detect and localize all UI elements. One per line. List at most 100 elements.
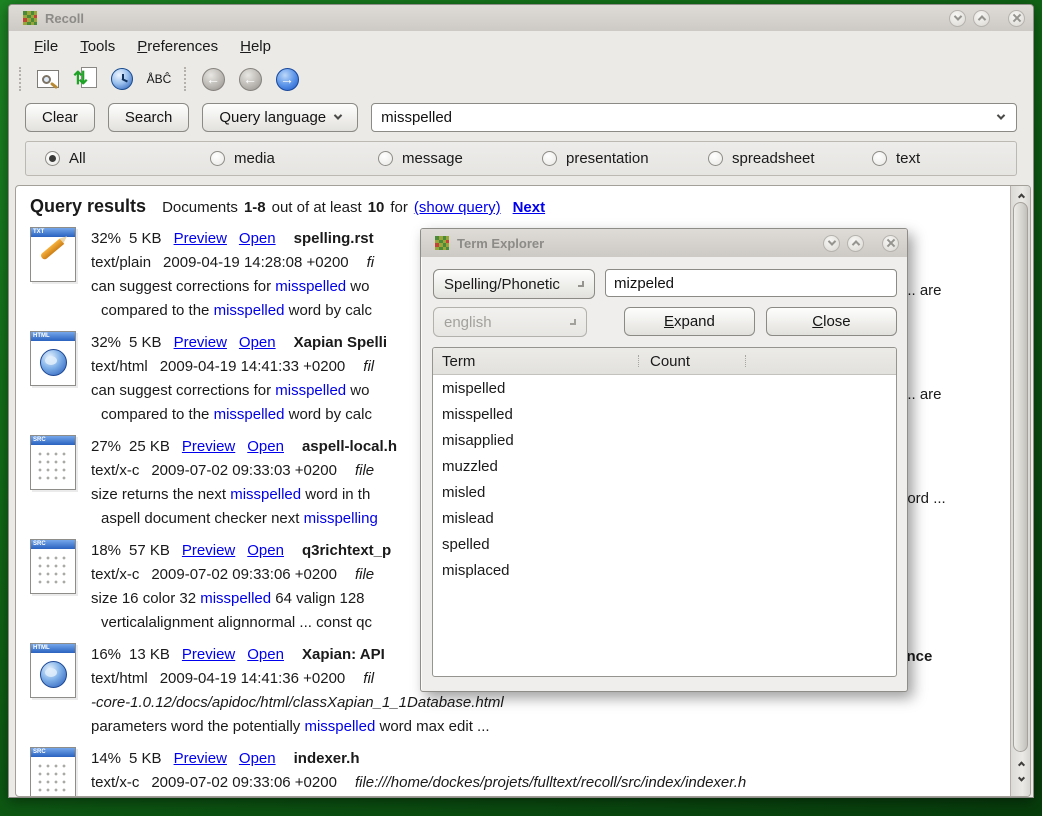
previous-page-button[interactable]: ← [236, 65, 264, 93]
dialog-titlebar[interactable]: Term Explorer [421, 229, 907, 257]
result-title: Xapian Spelli [294, 331, 387, 355]
source-dots-icon [36, 554, 70, 588]
close-button[interactable] [1008, 10, 1025, 27]
term-input[interactable] [605, 269, 897, 297]
term-row[interactable]: misapplied [433, 427, 896, 453]
open-link[interactable]: Open [239, 331, 276, 355]
radio-icon [45, 151, 60, 166]
clock-icon [111, 68, 133, 90]
open-link[interactable]: Open [247, 539, 284, 563]
open-link[interactable]: Open [239, 227, 276, 251]
expand-mode-select[interactable]: Spelling/Phonetic [433, 269, 595, 299]
html-file-icon[interactable]: HTML [30, 331, 76, 386]
advanced-search-button[interactable] [34, 65, 62, 93]
file-path: fi [367, 251, 375, 275]
scroll-up-button[interactable] [1011, 188, 1031, 202]
preview-link[interactable]: Preview [174, 747, 227, 771]
term-row[interactable]: misspelled [433, 401, 896, 427]
query-mode-label: Query language [219, 109, 326, 126]
src-file-icon[interactable]: SRC [30, 539, 76, 594]
search-input[interactable] [381, 109, 998, 126]
term-row[interactable]: misled [433, 479, 896, 505]
filter-media[interactable]: media [210, 150, 378, 167]
snippet-text: wo [346, 278, 369, 295]
terms-table-header[interactable]: Term Count [433, 348, 896, 375]
term-cell: spelled [433, 536, 638, 553]
dialog-maximize-button[interactable] [847, 235, 864, 252]
scroll-down-button[interactable] [1011, 772, 1031, 786]
term-explorer-button[interactable]: ÅBĈ [145, 65, 173, 93]
search-button[interactable]: Search [108, 103, 190, 132]
expand-button[interactable]: Expand [624, 307, 755, 336]
scroll-up-button[interactable] [1011, 756, 1031, 770]
file-icon-wrap: SRC [26, 745, 78, 796]
snippet-text: verticalalignment alignnormal ... const … [101, 614, 372, 631]
open-link[interactable]: Open [247, 435, 284, 459]
dialog-close-button[interactable] [882, 235, 899, 252]
arrow-left-icon: ← [202, 68, 225, 91]
txt-file-icon[interactable]: TXT [30, 227, 76, 282]
filter-spreadsheet[interactable]: spreadsheet [708, 150, 872, 167]
main-titlebar[interactable]: Recoll [9, 5, 1033, 31]
chevron-up-icon [851, 240, 859, 248]
term-row[interactable]: mispelled [433, 375, 896, 401]
file-size: 5 KB [129, 331, 162, 355]
term-row[interactable]: misplaced [433, 557, 896, 583]
term-column-header[interactable]: Term [433, 353, 638, 370]
mime-type: text/x-c [91, 459, 139, 483]
for-label: for [390, 199, 408, 216]
preview-link[interactable]: Preview [182, 643, 235, 667]
chevron-down-icon [578, 281, 584, 287]
term-row[interactable]: mislead [433, 505, 896, 531]
html-file-icon[interactable]: HTML [30, 643, 76, 698]
menu-item-tools[interactable]: Tools [69, 35, 126, 58]
dialog-minimize-button[interactable] [823, 235, 840, 252]
snippet-text: parameters word the potentially [91, 718, 304, 735]
menu-item-preferences[interactable]: Preferences [126, 35, 229, 58]
mime-type: text/x-c [91, 771, 139, 795]
preview-link[interactable]: Preview [174, 331, 227, 355]
next-page-button[interactable]: → [273, 65, 301, 93]
highlighted-term: misspelling [304, 510, 378, 527]
next-page-link[interactable]: Next [513, 199, 546, 216]
filter-text[interactable]: text [872, 150, 1016, 167]
chevron-up-icon [977, 15, 985, 23]
preview-link[interactable]: Preview [182, 435, 235, 459]
file-path: file:///home/dockes/projets/fulltext/rec… [355, 771, 746, 795]
sort-parameters-button[interactable]: ⇅ [71, 65, 99, 93]
result-title: indexer.h [294, 747, 360, 771]
query-mode-select[interactable]: Query language [202, 103, 358, 132]
docs-middle: out of at least [272, 199, 362, 216]
count-column-header[interactable]: Count [650, 353, 745, 370]
preview-link[interactable]: Preview [174, 227, 227, 251]
show-query-link[interactable]: (show query) [414, 199, 501, 216]
filter-message[interactable]: message [378, 150, 542, 167]
file-type-badge: HTML [31, 644, 75, 653]
term-row[interactable]: muzzled [433, 453, 896, 479]
snippet-text: can suggest corrections for [91, 382, 275, 399]
open-link[interactable]: Open [239, 747, 276, 771]
document-history-button[interactable] [108, 65, 136, 93]
filter-all[interactable]: All [45, 150, 210, 167]
filter-presentation[interactable]: presentation [542, 150, 708, 167]
search-combobox[interactable] [371, 103, 1017, 132]
term-row[interactable]: spelled [433, 531, 896, 557]
term-cell: misapplied [433, 432, 638, 449]
file-type-badge: SRC [31, 748, 75, 757]
highlighted-term: misspelled [275, 382, 346, 399]
preview-link[interactable]: Preview [182, 539, 235, 563]
first-page-button[interactable]: ← [199, 65, 227, 93]
menu-item-help[interactable]: Help [229, 35, 282, 58]
dialog-close-action-button[interactable]: Close [766, 307, 897, 336]
src-file-icon[interactable]: SRC [30, 435, 76, 490]
menu-item-file[interactable]: File [23, 35, 69, 58]
term-cell: muzzled [433, 458, 638, 475]
minimize-button[interactable] [949, 10, 966, 27]
results-scrollbar[interactable] [1010, 186, 1030, 796]
maximize-button[interactable] [973, 10, 990, 27]
open-link[interactable]: Open [247, 643, 284, 667]
src-file-icon[interactable]: SRC [30, 747, 76, 796]
clear-button[interactable]: Clear [25, 103, 95, 132]
scrollbar-thumb[interactable] [1013, 202, 1028, 752]
highlighted-term: misspelled [275, 278, 346, 295]
